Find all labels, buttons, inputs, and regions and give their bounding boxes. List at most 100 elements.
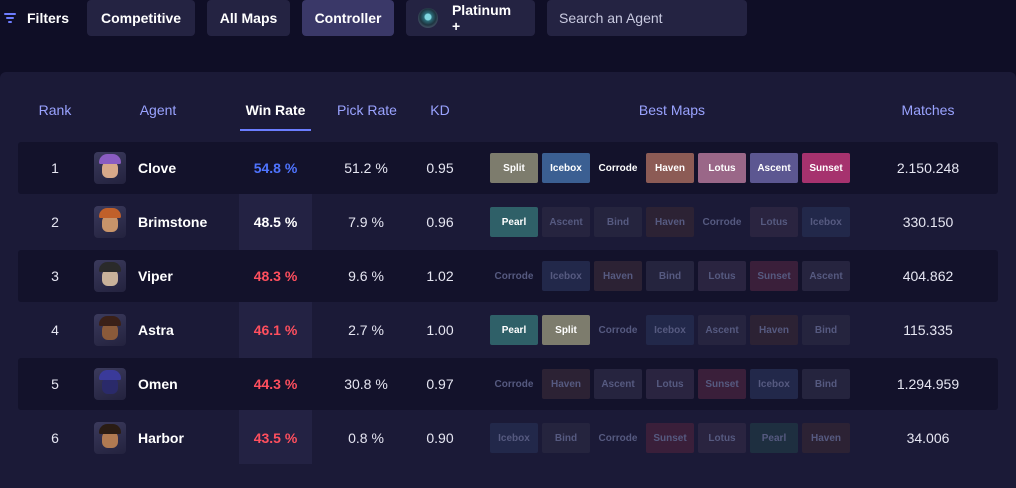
- filters-toggle[interactable]: Filters: [0, 0, 69, 36]
- win-rate-cell: 44.3 %: [253, 376, 298, 392]
- rank-cell: 4: [51, 322, 59, 338]
- agent-cell[interactable]: Harbor: [94, 412, 254, 464]
- agent-search-box[interactable]: [547, 0, 748, 36]
- agent-name: Astra: [138, 322, 174, 338]
- map-badge[interactable]: Bind: [594, 207, 642, 237]
- table-row[interactable]: 1 Clove 54.8 % 51.2 % 0.95 Split Icebox Corrode…: [18, 142, 998, 194]
- map-badge[interactable]: Ascent: [802, 261, 850, 291]
- map-badge[interactable]: Haven: [750, 315, 798, 345]
- active-sort-indicator: [240, 129, 311, 131]
- map-filter-label: All Maps: [219, 10, 278, 26]
- map-badge[interactable]: Ascent: [594, 369, 642, 399]
- kd-cell: 1.00: [426, 322, 454, 338]
- map-badge[interactable]: Sunset: [646, 423, 694, 453]
- filter-bar: Filters Competitive All Maps Controller …: [0, 0, 1016, 36]
- map-badge[interactable]: Lotus: [646, 369, 694, 399]
- table-row[interactable]: 3 Viper 48.3 % 9.6 % 1.02 Corrode Icebox Haven B…: [18, 250, 998, 302]
- map-badge[interactable]: Pearl: [490, 315, 538, 345]
- table-row[interactable]: 4 Astra 46.1 % 2.7 % 1.00 Pearl Split Corrode Ic…: [18, 304, 998, 356]
- agent-name: Omen: [138, 376, 178, 392]
- header-win-rate[interactable]: Win Rate: [240, 102, 311, 118]
- filters-label: Filters: [27, 10, 70, 26]
- map-badge[interactable]: Bind: [802, 369, 850, 399]
- agent-cell[interactable]: Brimstone: [94, 196, 254, 248]
- map-badge[interactable]: Bind: [802, 315, 850, 345]
- map-badge[interactable]: Icebox: [750, 369, 798, 399]
- agent-cell[interactable]: Omen: [94, 358, 254, 410]
- queue-filter-label: Competitive: [100, 10, 182, 26]
- header-pick-rate[interactable]: Pick Rate: [331, 102, 403, 118]
- agent-name: Viper: [138, 268, 173, 284]
- map-badge[interactable]: Ascent: [698, 315, 746, 345]
- map-badge[interactable]: Bind: [646, 261, 694, 291]
- agent-avatar: [94, 152, 126, 184]
- agent-cell[interactable]: Clove: [94, 142, 254, 194]
- best-maps-cell: Pearl Ascent Bind Haven Corrode Lotus Icebox: [490, 196, 854, 248]
- map-badge[interactable]: Sunset: [802, 153, 850, 183]
- map-badge[interactable]: Lotus: [698, 153, 746, 183]
- map-badge[interactable]: Bind: [542, 423, 590, 453]
- map-badge[interactable]: Icebox: [802, 207, 850, 237]
- rank-cell: 3: [51, 268, 59, 284]
- win-rate-cell: 54.8 %: [253, 160, 298, 176]
- map-badge[interactable]: Icebox: [490, 423, 538, 453]
- map-badge[interactable]: Sunset: [750, 261, 798, 291]
- map-filter-button[interactable]: All Maps: [207, 0, 291, 36]
- map-badge[interactable]: Ascent: [542, 207, 590, 237]
- header-kd[interactable]: KD: [420, 102, 460, 118]
- map-badge[interactable]: Corrode: [594, 153, 642, 183]
- agent-cell[interactable]: Astra: [94, 304, 254, 356]
- map-badge[interactable]: Pearl: [750, 423, 798, 453]
- rank-filter-button[interactable]: Platinum +: [406, 0, 536, 36]
- map-badge[interactable]: Corrode: [594, 315, 642, 345]
- agent-search-input[interactable]: [559, 10, 741, 26]
- best-maps-cell: Split Icebox Corrode Haven Lotus Ascent Sunset: [490, 142, 854, 194]
- map-badge[interactable]: Lotus: [698, 423, 746, 453]
- map-badge[interactable]: Haven: [802, 423, 850, 453]
- kd-cell: 1.02: [426, 268, 454, 284]
- filter-icon: [4, 13, 16, 23]
- map-badge[interactable]: Corrode: [698, 207, 746, 237]
- map-badge[interactable]: Split: [542, 315, 590, 345]
- role-filter-button[interactable]: Controller: [302, 0, 395, 36]
- map-badge[interactable]: Ascent: [750, 153, 798, 183]
- map-badge[interactable]: Icebox: [542, 261, 590, 291]
- map-badge[interactable]: Sunset: [698, 369, 746, 399]
- table-row[interactable]: 6 Harbor 43.5 % 0.8 % 0.90 Icebox Bind Corrode S…: [18, 412, 998, 464]
- matches-cell: 34.006: [906, 430, 950, 446]
- map-badge[interactable]: Lotus: [750, 207, 798, 237]
- map-badge[interactable]: Lotus: [698, 261, 746, 291]
- table-row[interactable]: 2 Brimstone 48.5 % 7.9 % 0.96 Pearl Ascent Bind…: [18, 196, 998, 248]
- map-badge[interactable]: Haven: [646, 207, 694, 237]
- agent-cell[interactable]: Viper: [94, 250, 254, 302]
- map-badge[interactable]: Haven: [542, 369, 590, 399]
- map-badge[interactable]: Corrode: [490, 369, 538, 399]
- map-badge[interactable]: Corrode: [490, 261, 538, 291]
- matches-cell: 1.294.959: [896, 376, 960, 392]
- kd-cell: 0.90: [426, 430, 454, 446]
- header-matches[interactable]: Matches: [888, 102, 968, 118]
- best-maps-cell: Corrode Icebox Haven Bind Lotus Sunset Ascent: [490, 250, 854, 302]
- pick-rate-cell: 51.2 %: [344, 160, 388, 176]
- map-badge[interactable]: Split: [490, 153, 538, 183]
- map-badge[interactable]: Haven: [646, 153, 694, 183]
- map-badge[interactable]: Icebox: [646, 315, 694, 345]
- matches-cell: 115.335: [903, 322, 953, 338]
- map-badge[interactable]: Icebox: [542, 153, 590, 183]
- role-filter-label: Controller: [314, 10, 382, 26]
- map-badge[interactable]: Corrode: [594, 423, 642, 453]
- table-row[interactable]: 5 Omen 44.3 % 30.8 % 0.97 Corrode Haven Ascent L…: [18, 358, 998, 410]
- map-badge[interactable]: Haven: [594, 261, 642, 291]
- header-agent[interactable]: Agent: [128, 102, 188, 118]
- map-badge[interactable]: Pearl: [490, 207, 538, 237]
- pick-rate-cell: 2.7 %: [348, 322, 384, 338]
- pick-rate-cell: 7.9 %: [348, 214, 384, 230]
- queue-filter-button[interactable]: Competitive: [87, 0, 196, 36]
- matches-cell: 330.150: [902, 214, 954, 230]
- header-rank[interactable]: Rank: [30, 102, 80, 118]
- agent-avatar: [94, 314, 126, 346]
- matches-cell: 2.150.248: [896, 160, 960, 176]
- table-header: Rank Agent Win Rate Pick Rate KD Best Ma…: [0, 72, 1016, 142]
- rank-cell: 1: [51, 160, 59, 176]
- rank-cell: 2: [51, 214, 59, 230]
